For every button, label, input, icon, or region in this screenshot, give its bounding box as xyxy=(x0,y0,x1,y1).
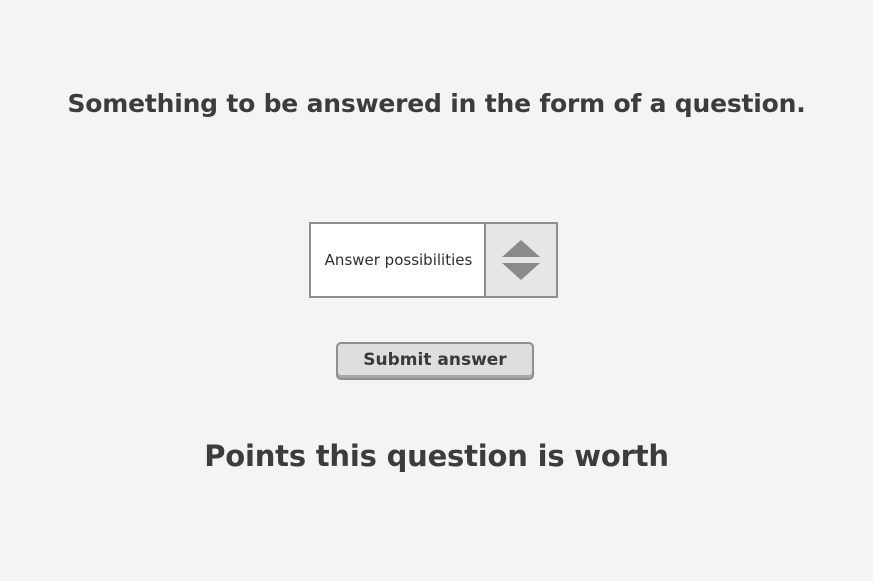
answer-select-value: Answer possibilities xyxy=(324,251,473,269)
triangle-down-icon[interactable] xyxy=(502,263,540,280)
points-label: Points this question is worth xyxy=(204,439,669,473)
question-text: Something to be answered in the form of … xyxy=(67,89,806,118)
answer-select-stepper[interactable] xyxy=(484,224,556,296)
triangle-up-icon[interactable] xyxy=(502,240,540,257)
answer-select[interactable]: Answer possibilities xyxy=(309,222,558,298)
submit-answer-button[interactable]: Submit answer xyxy=(336,342,534,380)
